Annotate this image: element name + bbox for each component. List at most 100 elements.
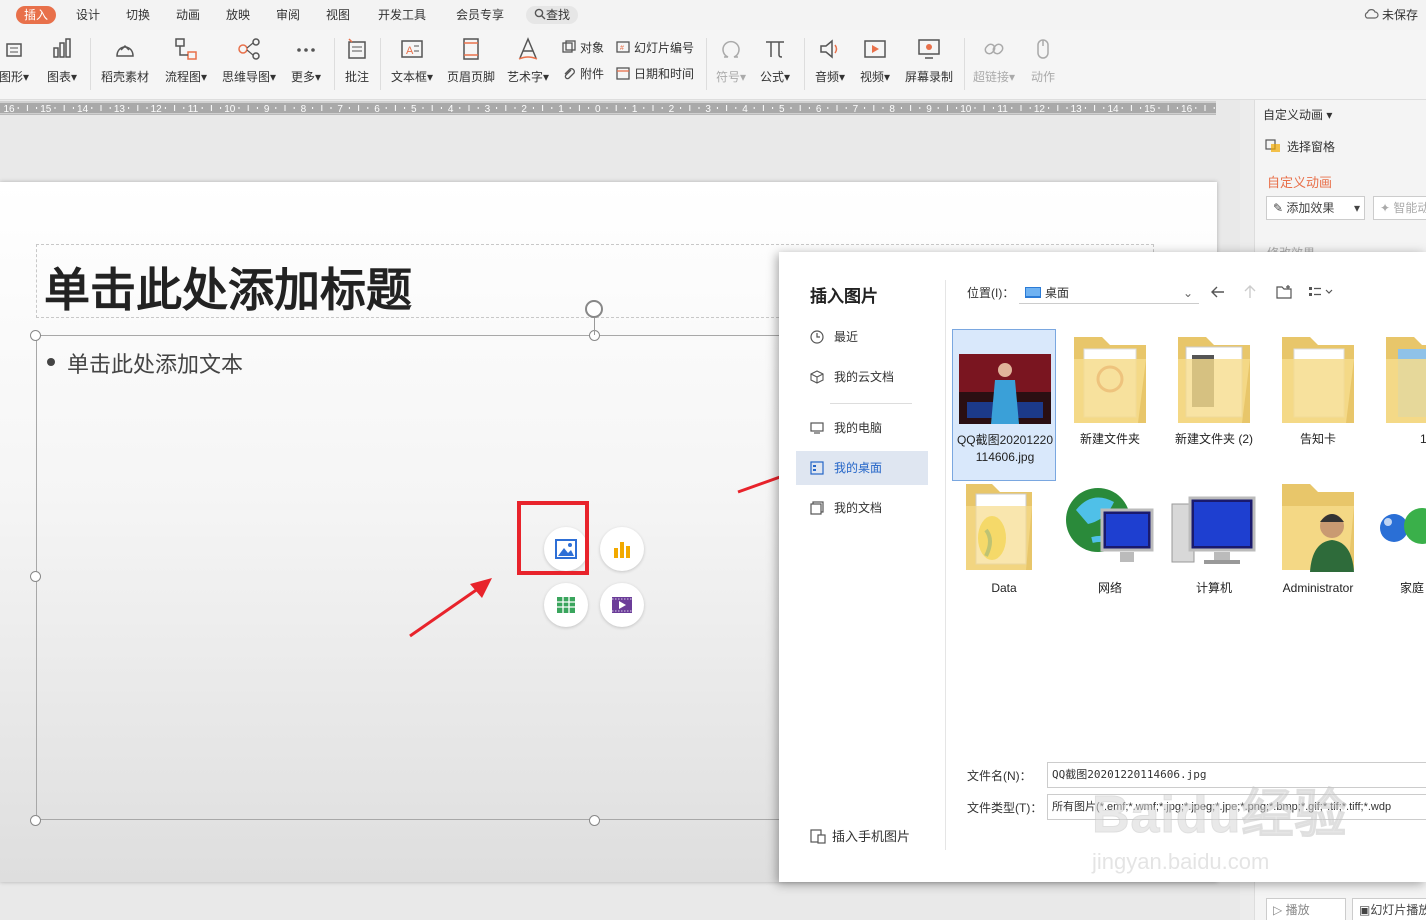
slide-number-button[interactable]: # 幻灯片编号: [616, 38, 694, 58]
ruler-tick: [992, 107, 994, 109]
insert-video-button[interactable]: [600, 583, 644, 627]
chart-button[interactable]: 图表▾: [42, 36, 82, 92]
add-effect-button[interactable]: ✎ 添加效果 ▾: [1266, 196, 1365, 220]
flowchart-button[interactable]: 流程图▾: [162, 36, 210, 92]
screen-record-button[interactable]: 屏幕录制: [902, 36, 956, 92]
tab-slideshow[interactable]: 放映: [218, 6, 258, 24]
ruler-tick: [615, 105, 617, 111]
tab-member[interactable]: 会员专享: [448, 6, 512, 24]
file-item-computer[interactable]: 计算机: [1162, 478, 1266, 630]
selection-pane-icon: [1265, 139, 1280, 152]
comment-button[interactable]: 批注: [342, 36, 372, 92]
tab-view[interactable]: 视图: [318, 6, 358, 24]
file-item-new-folder[interactable]: 新建文件夹: [1058, 329, 1162, 481]
file-item-qq-screenshot[interactable]: QQ截图20201220114606.jpg: [952, 329, 1056, 481]
tab-insert[interactable]: 插入: [16, 6, 57, 24]
file-item-data[interactable]: Data: [952, 478, 1056, 630]
ruler-tick: [100, 105, 102, 111]
more-button[interactable]: 更多▾: [288, 36, 324, 92]
pane-header-dropdown[interactable]: 自定义动画 ▾: [1263, 106, 1332, 123]
tab-review[interactable]: 审阅: [268, 6, 308, 24]
ruler-tick: [716, 107, 718, 109]
nav-my-documents[interactable]: 我的文档: [796, 491, 928, 525]
symbol-button[interactable]: 符号▾: [714, 36, 748, 92]
ruler-tick: [1103, 107, 1105, 109]
video-button[interactable]: 视频▾: [856, 36, 894, 92]
file-item-11[interactable]: 11: [1370, 329, 1426, 481]
view-mode-icon[interactable]: [1308, 284, 1338, 300]
slide-title-placeholder[interactable]: 单击此处添加标题: [44, 254, 412, 320]
folder-icon: [1178, 337, 1250, 423]
mindmap-icon: [238, 38, 260, 60]
ruler-tick: [514, 107, 516, 109]
omega-icon: [722, 40, 740, 58]
resize-handle-left[interactable]: [30, 571, 41, 582]
insert-table-button[interactable]: [544, 583, 588, 627]
file-item-network[interactable]: 网络: [1058, 478, 1162, 630]
insert-chart-button[interactable]: [600, 527, 644, 571]
attachment-button[interactable]: 附件: [562, 64, 604, 84]
up-arrow-icon[interactable]: [1242, 284, 1258, 300]
resize-handle-bottom[interactable]: [589, 815, 600, 826]
ruler-tick: [72, 107, 74, 109]
slide-content-placeholder[interactable]: 单击此处添加文本: [67, 347, 243, 379]
date-time-button[interactable]: 日期和时间: [616, 64, 694, 84]
action-button[interactable]: 动作: [1026, 36, 1060, 92]
ruler-tick: [321, 105, 323, 111]
ribbon-divider: [90, 38, 91, 90]
nav-recent[interactable]: 最近: [796, 320, 928, 354]
audio-button[interactable]: 音频▾: [812, 36, 848, 92]
speaker-icon: [820, 39, 838, 59]
mindmap-button[interactable]: 思维导图▾: [220, 36, 278, 92]
resize-handle-bottom-left[interactable]: [30, 815, 41, 826]
ruler-tick: [440, 107, 442, 109]
nav-cloud-docs[interactable]: 我的云文档: [796, 360, 928, 394]
file-name: 网络: [1097, 581, 1122, 595]
header-footer-button[interactable]: 页眉页脚: [444, 36, 498, 92]
ruler-tick: [275, 107, 277, 109]
ruler-tick: [680, 107, 682, 109]
textbox-button[interactable]: A 文本框▾: [388, 36, 436, 92]
back-arrow-icon[interactable]: [1210, 284, 1226, 300]
tab-design[interactable]: 设计: [68, 6, 108, 24]
ruler-tick: [790, 107, 792, 109]
object-button[interactable]: 对象: [562, 38, 604, 58]
cloud-icon: [1364, 9, 1379, 19]
shape-button[interactable]: 图形▾: [0, 36, 36, 92]
desktop-icon: [810, 461, 824, 475]
ruler-tick: [247, 105, 249, 111]
selection-pane-button[interactable]: 选择窗格: [1265, 138, 1335, 155]
file-item-new-folder-2[interactable]: 新建文件夹 (2): [1162, 329, 1266, 481]
hyperlink-button[interactable]: 超链接▾: [970, 36, 1018, 92]
play-button[interactable]: ▷ 播放: [1266, 898, 1346, 920]
file-item-notice-card[interactable]: 告知卡: [1266, 329, 1370, 481]
nav-my-computer[interactable]: 我的电脑: [796, 411, 928, 445]
rotate-handle[interactable]: [585, 300, 603, 318]
tab-developer[interactable]: 开发工具: [370, 6, 434, 24]
tab-animation[interactable]: 动画: [168, 6, 208, 24]
ruler-label: 11: [188, 104, 199, 115]
nav-my-desktop[interactable]: 我的桌面: [796, 451, 928, 485]
save-status[interactable]: 未保存: [1363, 6, 1418, 24]
ruler-tick: [919, 107, 921, 109]
ruler-tick: [496, 107, 498, 109]
location-select[interactable]: 桌面 ⌄: [1019, 282, 1199, 304]
docer-material-button[interactable]: 稻壳素材: [98, 36, 152, 92]
file-item-administrator[interactable]: Administrator: [1266, 478, 1370, 630]
formula-button[interactable]: 公式▾: [758, 36, 792, 92]
nav-divider: [830, 403, 912, 404]
file-item-homegroup[interactable]: 家庭: [1370, 478, 1426, 630]
folder-icon: [1282, 337, 1354, 423]
ruler-label: 7: [337, 104, 343, 115]
ruler-tick: [689, 105, 691, 111]
search-button[interactable]: 查找: [526, 6, 579, 24]
new-folder-icon[interactable]: [1276, 284, 1292, 300]
insert-phone-picture-link[interactable]: 插入手机图片: [810, 826, 910, 845]
smart-animation-button[interactable]: ✦ 智能动画: [1373, 196, 1426, 220]
slideshow-button[interactable]: ▣幻灯片播放: [1352, 898, 1426, 920]
resize-handle-top-left[interactable]: [30, 330, 41, 341]
ruler-label: 6: [374, 104, 380, 115]
tab-transition[interactable]: 切换: [118, 6, 158, 24]
wordart-button[interactable]: 艺术字▾: [504, 36, 552, 92]
ruler-tick: [551, 107, 553, 109]
